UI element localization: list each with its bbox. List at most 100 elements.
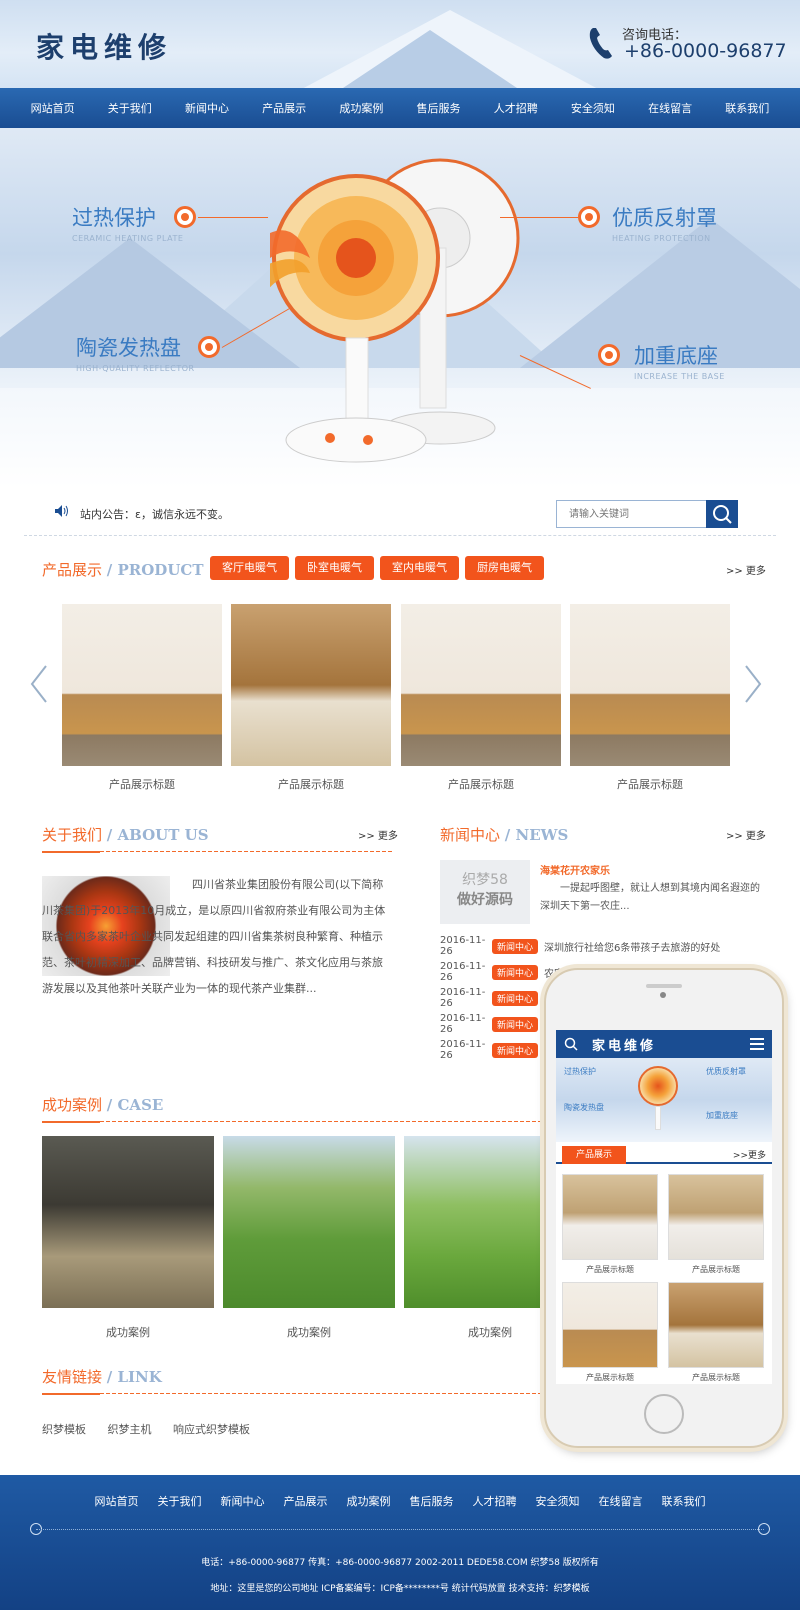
news-row[interactable]: 2016-11-26 新闻中心 深圳旅行社给您6条带孩子去旅游的好处 <box>440 935 720 957</box>
nav-item-cases[interactable]: 成功案例 <box>339 100 383 116</box>
search-button[interactable] <box>706 500 738 528</box>
feature-reflector: 优质反射罩 HEATING PROTECTION <box>612 206 717 243</box>
mobile-product-image[interactable] <box>668 1174 764 1260</box>
news-featured-desc: 一提起呼图壁，就让人想到其境内闻名遐迩的深圳天下第一农庄... <box>540 883 760 912</box>
product-caption[interactable]: 产品展示标题 <box>401 776 561 792</box>
footer-nav-item[interactable]: 产品展示 <box>284 1493 328 1509</box>
product-caption[interactable]: 产品展示标题 <box>570 776 730 792</box>
feature-marker-icon <box>174 206 196 228</box>
friend-link[interactable]: 织梦模板 <box>42 1423 86 1436</box>
mobile-feature: 陶瓷发热盘 <box>564 1103 604 1112</box>
nav-item-safety[interactable]: 安全须知 <box>571 100 615 116</box>
product-image[interactable] <box>570 604 730 766</box>
footer-nav: 网站首页 关于我们 新闻中心 产品展示 成功案例 售后服务 人才招聘 安全须知 … <box>0 1493 800 1509</box>
mobile-product-caption[interactable]: 产品展示标题 <box>562 1264 658 1275</box>
products-title: 产品展示 / PRODUCT <box>42 561 204 579</box>
links-divider <box>100 1393 540 1394</box>
case-underline <box>42 1121 100 1123</box>
site-header: 家电维修 咨询电话： +86-0000-96877 <box>0 0 800 88</box>
nav-item-contact[interactable]: 联系我们 <box>725 100 769 116</box>
product-image[interactable] <box>231 604 391 766</box>
product-caption[interactable]: 产品展示标题 <box>231 776 391 792</box>
mobile-section-bar: 产品展示 >>更多 <box>556 1146 772 1164</box>
footer-nav-item[interactable]: 联系我们 <box>662 1493 706 1509</box>
friend-link[interactable]: 织梦主机 <box>108 1423 152 1436</box>
news-row[interactable]: 2016-11-26 新闻中心 <box>440 987 544 1009</box>
carousel-next-arrow[interactable] <box>744 664 762 704</box>
notice-text: 站内公告：ε，诚信永远不变。 <box>80 508 229 521</box>
feature-ceramic-plate: 陶瓷发热盘 HIGH-QUALITY REFLECTOR <box>76 336 195 373</box>
footer-nav-item[interactable]: 安全须知 <box>536 1493 580 1509</box>
footer-divider <box>36 1529 764 1530</box>
products-more-link[interactable]: >> 更多 <box>726 562 766 577</box>
case-image[interactable] <box>42 1136 214 1308</box>
mobile-header: 家电维修 <box>556 1030 772 1058</box>
notice-bar: 站内公告：ε，诚信永远不变。 <box>24 488 776 536</box>
news-more-link[interactable]: >> 更多 <box>726 827 766 842</box>
news-row[interactable]: 2016-11-26 新闻中心 <box>440 1039 544 1061</box>
nav-item-message[interactable]: 在线留言 <box>648 100 692 116</box>
mobile-more-link[interactable]: >>更多 <box>733 1148 766 1161</box>
mobile-product-image[interactable] <box>562 1174 658 1260</box>
footer-nav-item[interactable]: 售后服务 <box>410 1493 454 1509</box>
search-input[interactable] <box>557 501 707 527</box>
footer-nav-item[interactable]: 人才招聘 <box>473 1493 517 1509</box>
case-caption[interactable]: 成功案例 <box>42 1324 214 1340</box>
feature-marker-icon <box>598 344 620 366</box>
site-logo[interactable]: 家电维修 <box>36 26 172 66</box>
mobile-heater-stand <box>655 1106 661 1130</box>
about-text: 四川省茶业集团股份有限公司(以下简称川茶集团)于2013年10月成立，是以原四川… <box>42 878 386 995</box>
case-image[interactable] <box>223 1136 395 1308</box>
product-caption[interactable]: 产品展示标题 <box>62 776 222 792</box>
footer-nav-item[interactable]: 在线留言 <box>599 1493 643 1509</box>
news-thumbnail[interactable]: 织梦58 做好源码 <box>440 860 530 924</box>
footer-nav-item[interactable]: 关于我们 <box>158 1493 202 1509</box>
phone-number: +86-0000-96877 <box>624 40 787 62</box>
heater-product-image <box>270 158 520 463</box>
phone-icon <box>589 28 612 59</box>
links-underline <box>42 1393 100 1395</box>
footer-divider-end <box>758 1523 770 1535</box>
feature-connector <box>198 217 268 218</box>
nav-item-home[interactable]: 网站首页 <box>31 100 75 116</box>
mobile-product-caption[interactable]: 产品展示标题 <box>668 1372 764 1383</box>
phone-camera <box>660 992 666 998</box>
tag-bedroom-heater[interactable]: 卧室电暖气 <box>295 556 374 580</box>
mobile-product-caption[interactable]: 产品展示标题 <box>562 1372 658 1383</box>
friend-link[interactable]: 响应式织梦模板 <box>173 1423 250 1436</box>
nav-item-news[interactable]: 新闻中心 <box>185 100 229 116</box>
footer-contact-line: 电话：+86-0000-96877 传真：+86-0000-96877 2002… <box>201 1558 599 1568</box>
nav-item-about[interactable]: 关于我们 <box>108 100 152 116</box>
footer-nav-item[interactable]: 网站首页 <box>95 1493 139 1509</box>
tag-indoor-heater[interactable]: 室内电暖气 <box>380 556 459 580</box>
news-featured-title[interactable]: 海棠花开农家乐 <box>540 862 610 877</box>
feature-connector <box>500 217 578 218</box>
news-row[interactable]: 2016-11-26 新闻中心 <box>440 1013 544 1035</box>
case-caption[interactable]: 成功案例 <box>223 1324 395 1340</box>
about-underline <box>42 851 100 853</box>
nav-item-products[interactable]: 产品展示 <box>262 100 306 116</box>
search-box <box>556 500 738 528</box>
about-more-link[interactable]: >> 更多 <box>358 827 398 842</box>
menu-icon[interactable] <box>750 1038 764 1050</box>
product-image[interactable] <box>62 604 222 766</box>
hero-banner[interactable]: 过热保护 CERAMIC HEATING PLATE 陶瓷发热盘 HIGH-QUAL… <box>0 128 800 488</box>
mobile-section-title: 产品展示 <box>562 1146 627 1164</box>
mobile-product-caption[interactable]: 产品展示标题 <box>668 1264 764 1275</box>
search-icon[interactable] <box>564 1037 578 1051</box>
mobile-preview-mockup: 家电维修 过热保护 优质反射罩 陶瓷发热盘 加重底座 产品展示 >>更多 产品展… <box>544 968 784 1448</box>
mobile-product-image[interactable] <box>668 1282 764 1368</box>
case-title: 成功案例 / CASE <box>42 1096 164 1114</box>
tag-kitchen-heater[interactable]: 厨房电暖气 <box>465 556 544 580</box>
tag-living-room-heater[interactable]: 客厅电暖气 <box>210 556 289 580</box>
about-divider <box>100 851 392 852</box>
mobile-product-image[interactable] <box>562 1282 658 1368</box>
mobile-banner[interactable]: 过热保护 优质反射罩 陶瓷发热盘 加重底座 <box>556 1058 772 1142</box>
product-image[interactable] <box>401 604 561 766</box>
carousel-prev-arrow[interactable] <box>30 664 48 704</box>
nav-item-service[interactable]: 售后服务 <box>417 100 461 116</box>
footer-nav-item[interactable]: 新闻中心 <box>221 1493 265 1509</box>
footer-nav-item[interactable]: 成功案例 <box>347 1493 391 1509</box>
mobile-feature: 优质反射罩 <box>706 1067 746 1076</box>
nav-item-jobs[interactable]: 人才招聘 <box>494 100 538 116</box>
